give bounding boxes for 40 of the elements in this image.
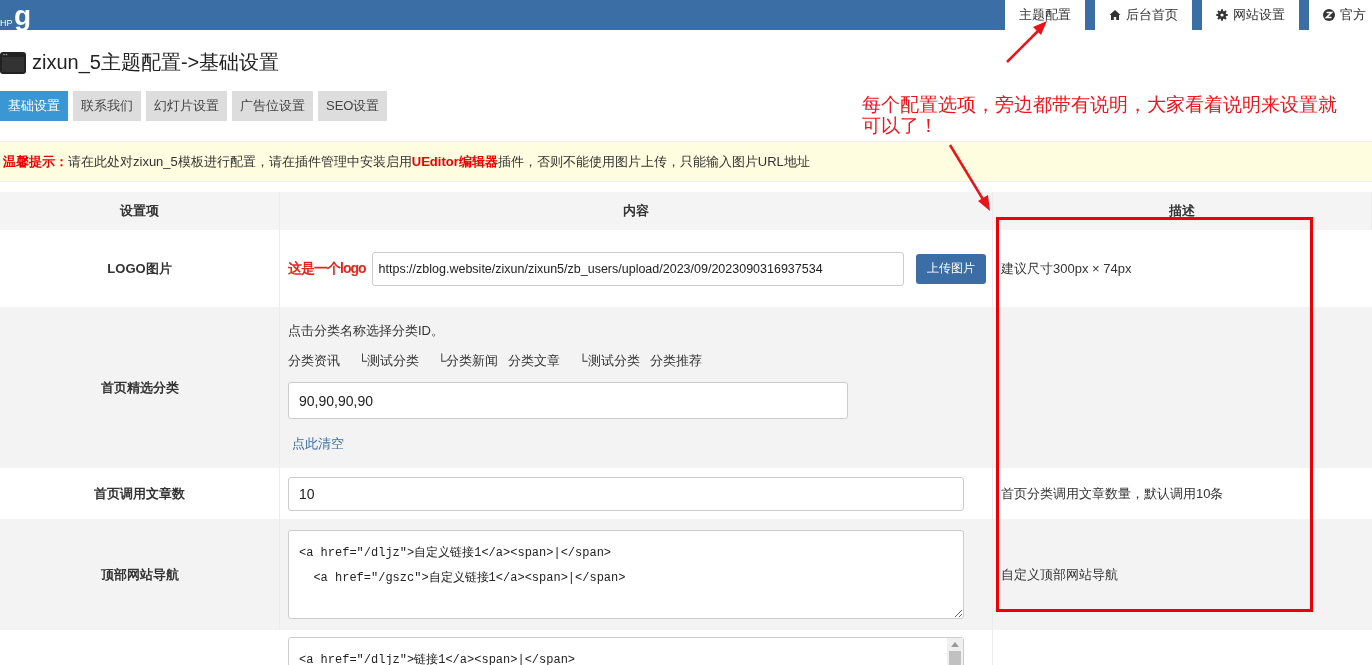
clear-link[interactable]: 点此清空 [292, 435, 344, 453]
description-text: 建议尺寸300px × 74px [1001, 259, 1132, 278]
code-textarea[interactable]: <a href="/dljz">链接1</a><span>|</span> [288, 637, 964, 665]
settings-tab[interactable]: 联系我们 [73, 91, 141, 121]
setting-label: LOGO图片 [107, 259, 172, 278]
category-id-field[interactable]: 90,90,90,90 [288, 382, 848, 419]
number-field[interactable]: 10 [288, 476, 964, 511]
code-textarea[interactable]: <a href="/dljz">自定义链接1</a><span>|</span> <a href="/gszc">自定义链接1</a><span>|</span> [288, 530, 964, 619]
notice-label: 温馨提示： [3, 152, 68, 171]
setting-label: 顶部网站导航 [100, 565, 179, 584]
nav-link[interactable]: 网站设置 [1202, 0, 1299, 30]
logo-subtext: HP [0, 18, 13, 28]
window-icon [0, 51, 26, 74]
settings-tab[interactable]: 幻灯片设置 [146, 91, 227, 121]
scroll-up-icon[interactable] [951, 642, 959, 647]
category-link[interactable]: 分类资讯 [288, 352, 340, 370]
annotation-text: 每个配置选项，旁边都带有说明，大家看着说明来设置就可以了！ [862, 94, 1338, 136]
category-link[interactable]: 分类推荐 [649, 352, 702, 370]
settings-tab[interactable]: SEO设置 [318, 91, 388, 121]
nav-link[interactable]: 后台首页 [1095, 0, 1192, 30]
settings-icon [1216, 9, 1228, 21]
circle-z-icon [1323, 9, 1335, 21]
notice-text: 请在此处对zixun_5模板进行配置，请在插件管理中安装启用UEditor编辑器插件，否则不能使用图片上传，只能输入图片URL地址 [68, 152, 810, 171]
setting-label: 首页精选分类 [100, 378, 179, 397]
category-link[interactable]: └测试分类 [358, 352, 420, 370]
category-link[interactable]: └测试分类 [578, 352, 640, 370]
description-text: 首页分类调用文章数量，默认调用10条 [1001, 484, 1224, 503]
page-title: zixun_5主题配置->基础设置 [32, 50, 280, 76]
description-text: 自定义顶部网站导航 [1001, 565, 1118, 584]
category-link[interactable]: └分类新闻 [437, 352, 499, 370]
logo-image: 这是一个logo [288, 259, 366, 278]
nav-link[interactable]: 主题配置 [1005, 0, 1085, 30]
hint-text: 点击分类名称选择分类ID。 [288, 322, 444, 340]
url-field[interactable]: https://zblog.website/zixun/zixun5/zb_users/upload/2023/09/2023090316937534 [371, 251, 904, 286]
upload-button[interactable]: 上传图片 [915, 253, 986, 284]
category-link[interactable]: 分类文章 [508, 352, 561, 370]
nav-link[interactable]: 官方 [1309, 0, 1372, 30]
home-icon [1109, 9, 1121, 21]
setting-label: 首页调用文章数 [94, 484, 185, 503]
settings-tab[interactable]: 广告位设置 [232, 91, 313, 121]
